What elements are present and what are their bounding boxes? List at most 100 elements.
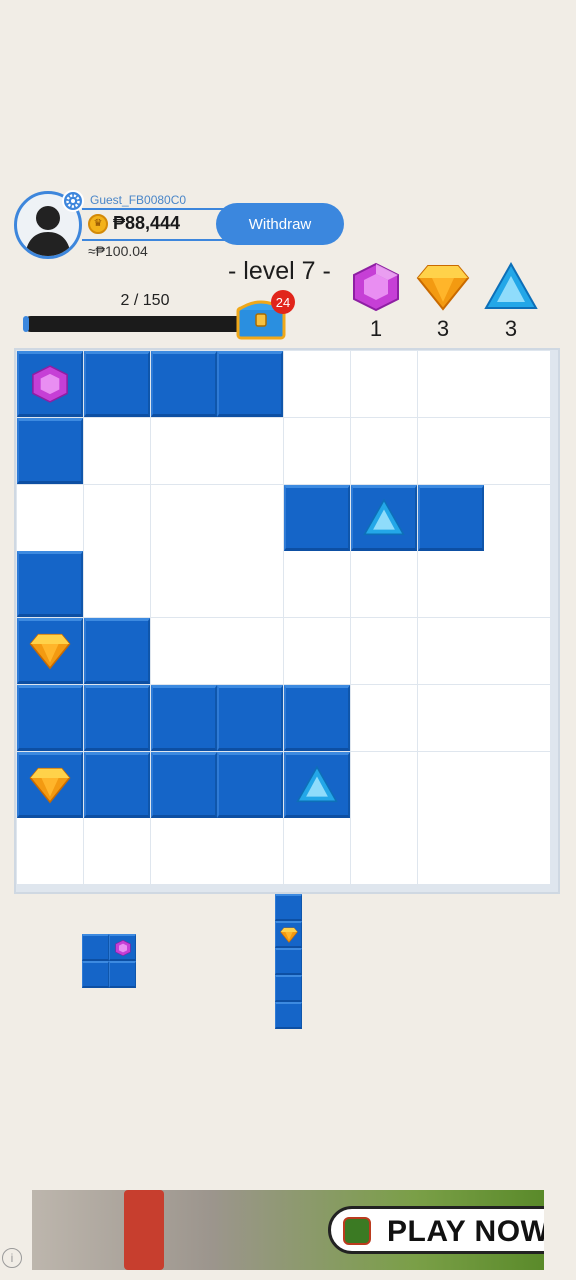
board-cell-purple-gem-block[interactable] xyxy=(17,351,83,417)
board-cell-blue-block[interactable] xyxy=(83,351,150,417)
board-cell-empty[interactable] xyxy=(484,818,551,885)
board-cell-empty[interactable] xyxy=(417,818,484,885)
board-cell-empty[interactable] xyxy=(83,551,150,618)
board-cell-blue-triangle-gem-block[interactable] xyxy=(350,484,417,551)
board-cell-blue-block[interactable] xyxy=(150,351,217,417)
goal-count: 1 xyxy=(369,316,383,341)
board-cell-empty[interactable] xyxy=(284,351,350,417)
piece-cell xyxy=(109,961,136,988)
piece-cell xyxy=(275,975,302,1002)
board-cell-empty[interactable] xyxy=(83,417,150,484)
goal-count: 3 xyxy=(436,316,450,341)
board-cell-empty[interactable] xyxy=(484,751,551,818)
orange-diamond-gem-icon xyxy=(29,767,71,803)
board-cell-empty[interactable] xyxy=(417,684,484,751)
board-cell-empty[interactable] xyxy=(17,818,83,885)
board-cell-empty[interactable] xyxy=(484,684,551,751)
piece-cell xyxy=(82,934,109,961)
board-cell-blue-block[interactable] xyxy=(17,684,83,751)
board-cell-empty[interactable] xyxy=(350,751,417,818)
coin-balance: ₱88,444 xyxy=(113,213,181,233)
board-cell-blue-block[interactable] xyxy=(284,684,350,751)
draggable-piece-line[interactable] xyxy=(275,894,303,1030)
board-cell-blue-block[interactable] xyxy=(17,417,83,484)
board-cell-empty[interactable] xyxy=(217,618,284,684)
board-cell-empty[interactable] xyxy=(350,818,417,885)
board-cell-empty[interactable] xyxy=(417,751,484,818)
board-cell-blue-block[interactable] xyxy=(217,351,284,417)
draggable-piece-square[interactable] xyxy=(82,934,138,990)
ad-character-image xyxy=(124,1190,164,1270)
board-cell-empty[interactable] xyxy=(417,351,484,417)
board-cell-empty[interactable] xyxy=(484,417,551,484)
board-cell-blue-block[interactable] xyxy=(150,751,217,818)
purple-hexagon-gem-icon xyxy=(115,939,131,957)
goal-orange-gem: 3 xyxy=(416,262,470,341)
ad-cta-label: PLAY NOW xyxy=(387,1215,544,1248)
orange-diamond-gem-icon xyxy=(29,633,71,670)
board-cell-empty[interactable] xyxy=(217,818,284,885)
blue-triangle-gem-icon xyxy=(296,765,338,802)
goal-purple-gem: 1 xyxy=(349,262,403,341)
level-progress-text: 2 / 150 xyxy=(120,292,170,309)
board-cell-empty[interactable] xyxy=(150,417,217,484)
board-cell-empty[interactable] xyxy=(350,618,417,684)
board-cell-empty[interactable] xyxy=(417,417,484,484)
board-cell-empty[interactable] xyxy=(417,551,484,618)
board-cell-empty[interactable] xyxy=(17,484,83,551)
board-cell-empty[interactable] xyxy=(83,818,150,885)
game-board[interactable] xyxy=(14,348,560,894)
orange-diamond-gem-icon xyxy=(280,927,298,943)
piece-cell xyxy=(275,894,302,921)
board-cell-empty[interactable] xyxy=(217,484,284,551)
board-cell-blue-block[interactable] xyxy=(17,551,83,618)
board-cell-blue-block[interactable] xyxy=(83,618,150,684)
purple-hexagon-gem-icon xyxy=(353,262,399,312)
board-cell-empty[interactable] xyxy=(484,484,551,551)
board-cell-blue-block[interactable] xyxy=(217,684,284,751)
board-cell-orange-gem-block[interactable] xyxy=(17,751,83,818)
ad-play-now-button[interactable]: PLAY NOW xyxy=(328,1206,544,1254)
board-cell-blue-block[interactable] xyxy=(83,751,150,818)
withdraw-button[interactable]: Withdraw xyxy=(216,203,344,245)
board-cell-empty[interactable] xyxy=(150,618,217,684)
blue-triangle-gem-icon xyxy=(362,498,405,535)
board-cell-empty[interactable] xyxy=(217,551,284,618)
board-cell-blue-block[interactable] xyxy=(284,484,350,551)
ad-info-icon[interactable]: i xyxy=(2,1248,22,1268)
board-cell-empty[interactable] xyxy=(350,551,417,618)
orange-diamond-gem-icon xyxy=(416,265,470,311)
piece-cell xyxy=(109,934,136,961)
board-cell-empty[interactable] xyxy=(150,818,217,885)
board-cell-empty[interactable] xyxy=(350,684,417,751)
board-cell-empty[interactable] xyxy=(284,551,350,618)
chest-count-badge: 24 xyxy=(271,290,295,314)
board-cell-empty[interactable] xyxy=(284,417,350,484)
board-cell-empty[interactable] xyxy=(484,351,551,417)
board-cell-empty[interactable] xyxy=(284,818,350,885)
board-cell-empty[interactable] xyxy=(417,618,484,684)
board-cell-empty[interactable] xyxy=(484,618,551,684)
board-cell-blue-block[interactable] xyxy=(150,684,217,751)
board-cell-empty[interactable] xyxy=(150,484,217,551)
board-cell-empty[interactable] xyxy=(150,551,217,618)
board-cell-empty[interactable] xyxy=(217,417,284,484)
board-cell-orange-gem-block[interactable] xyxy=(17,618,83,684)
board-cell-empty[interactable] xyxy=(284,618,350,684)
board-cell-blue-block[interactable] xyxy=(83,684,150,751)
ad-banner[interactable]: PLAY NOW xyxy=(32,1190,544,1270)
piece-cell xyxy=(275,921,302,948)
board-cell-empty[interactable] xyxy=(350,417,417,484)
board-cell-empty[interactable] xyxy=(484,551,551,618)
purple-hexagon-gem-icon xyxy=(32,365,68,403)
board-cell-empty[interactable] xyxy=(83,484,150,551)
cash-value: ≈₱100.04 xyxy=(88,243,148,259)
board-cell-blue-block[interactable] xyxy=(217,751,284,818)
board-cell-empty[interactable] xyxy=(350,351,417,417)
board-cell-blue-triangle-gem-block[interactable] xyxy=(284,751,350,818)
settings-gear-icon[interactable] xyxy=(62,190,84,212)
piece-cell xyxy=(275,1002,302,1029)
piece-cell xyxy=(275,948,302,975)
board-cell-blue-block[interactable] xyxy=(417,484,484,551)
level-progress-bar xyxy=(23,316,245,332)
